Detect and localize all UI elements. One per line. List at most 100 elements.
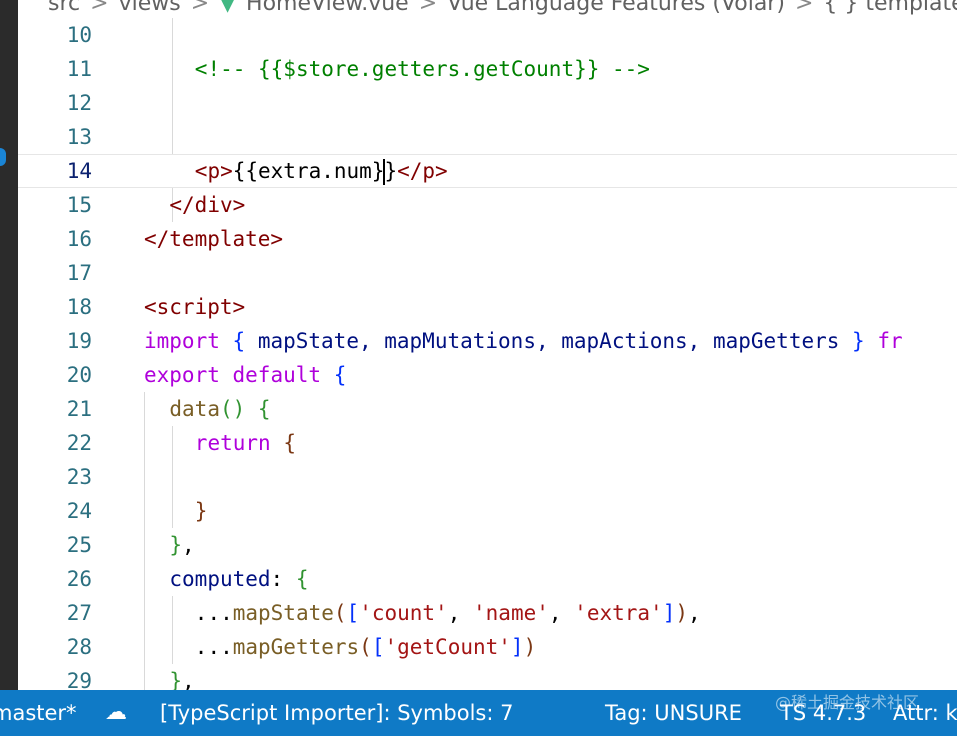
code-line[interactable]: 12 (18, 86, 957, 120)
code-token: , (447, 601, 474, 625)
line-code: export default { (144, 358, 346, 392)
line-code: </div> (169, 188, 245, 222)
code-token: ... (194, 601, 233, 625)
line-number: 18 (66, 295, 92, 319)
code-token: { (295, 567, 309, 591)
code-token: ( (359, 635, 372, 659)
cloud-sync-icon[interactable]: ☁ (105, 690, 127, 736)
code-token: 'getCount' (384, 635, 511, 659)
code-token: return (194, 431, 271, 455)
code-token: ) (675, 601, 688, 625)
code-line[interactable]: 21 data() { (18, 392, 957, 426)
code-token: </div> (169, 193, 246, 217)
code-token: { (232, 329, 246, 353)
line-code: data() { (169, 392, 270, 426)
code-line[interactable]: 26 computed: { (18, 562, 957, 596)
line-number: 14 (66, 159, 92, 183)
code-editor[interactable]: 10 11 <!-- {{$store.getters.getCount}} -->… (18, 18, 957, 690)
breadcrumb-item-file[interactable]: HomeView.vue (246, 0, 409, 16)
code-token: <p> (194, 159, 233, 183)
code-line[interactable]: 25}, (18, 528, 957, 562)
breadcrumb: src > views > ▼ HomeView.vue > Vue Langu… (18, 0, 957, 16)
code-token: 'name' (473, 601, 549, 625)
code-line[interactable]: 11 <!-- {{$store.getters.getCount}} --> (18, 52, 957, 86)
breadcrumb-item-template[interactable]: { } template (823, 0, 957, 16)
code-token: , (548, 601, 575, 625)
code-line[interactable]: 18 <script> (18, 290, 957, 324)
code-line[interactable]: 27 ...mapState(['count', 'name', 'extra']… (18, 596, 957, 630)
breadcrumb-separator: > (794, 0, 814, 16)
code-token: export (144, 363, 220, 387)
code-token: , (182, 533, 195, 557)
code-token: mapGetters (232, 635, 360, 659)
breadcrumb-item-language[interactable]: Vue Language Features (Volar) (447, 0, 785, 16)
line-code: ...mapGetters(['getCount']) (195, 630, 536, 664)
line-number: 22 (66, 431, 92, 455)
code-token: ] (510, 635, 524, 659)
code-token: } (194, 499, 208, 523)
code-line[interactable]: 17 (18, 256, 957, 290)
code-line[interactable]: 22 return { (18, 426, 957, 460)
code-token: default (232, 363, 322, 387)
line-number: 27 (66, 601, 92, 625)
code-token: [ (346, 601, 360, 625)
code-line[interactable]: 23 (18, 460, 957, 494)
watermark: @稀土掘金技术社区 (775, 693, 920, 712)
code-line[interactable]: 28 ...mapGetters(['getCount']) (18, 630, 957, 664)
line-number: 13 (66, 125, 92, 149)
line-number: 20 (66, 363, 92, 387)
code-token: () (219, 397, 246, 421)
breadcrumb-separator: > (418, 0, 438, 16)
code-line[interactable]: 24} (18, 494, 957, 528)
line-code: <p>{{extra.num}}</p> (195, 155, 448, 187)
line-code: <script> (144, 290, 245, 324)
code-line[interactable]: 10 (18, 18, 957, 52)
code-token: ] (662, 601, 676, 625)
code-line[interactable]: 15 </div> (18, 188, 957, 222)
line-number: 16 (66, 227, 92, 251)
code-token: , (182, 669, 195, 690)
code-token: [ (371, 635, 385, 659)
line-code: return { (195, 426, 296, 460)
code-token: fr (864, 329, 903, 353)
breadcrumb-item-src[interactable]: src (48, 0, 80, 16)
code-token: ... (194, 635, 233, 659)
line-code: } (195, 494, 208, 528)
code-token: <script> (144, 295, 246, 319)
code-line[interactable]: 16 </template> (18, 222, 957, 256)
code-token: </template> (144, 227, 284, 251)
code-token: } (169, 533, 183, 557)
code-token: computed (169, 567, 271, 591)
line-code: ...mapState(['count', 'name', 'extra']), (195, 596, 701, 630)
breadcrumb-item-views[interactable]: views (119, 0, 181, 16)
code-line[interactable]: 20 export default { (18, 358, 957, 392)
code-line[interactable]: 14 <p>{{extra.num}}</p> (18, 154, 957, 188)
typescript-importer-status[interactable]: [TypeScript Importer]: Symbols: 7 (160, 690, 513, 736)
vue-logo-icon: ▼ (219, 0, 237, 16)
left-activity-strip (0, 0, 18, 690)
code-line[interactable]: 29}, (18, 664, 957, 690)
code-token: mapState, mapMutations, mapActions, mapG… (245, 329, 853, 353)
code-token: data (169, 397, 220, 421)
code-token: 'extra' (574, 601, 663, 625)
breadcrumb-separator: > (190, 0, 210, 16)
line-code: <!-- {{$store.getters.getCount}} --> (195, 52, 650, 86)
code-line[interactable]: 13 (18, 120, 957, 154)
code-token: ( (333, 601, 347, 625)
line-number: 24 (66, 499, 92, 523)
code-token: , (688, 601, 701, 625)
code-line[interactable]: 19 import { mapState, mapMutations, mapAc… (18, 324, 957, 358)
git-branch[interactable]: master* (0, 690, 77, 736)
line-code: }, (169, 528, 194, 562)
line-number: 29 (66, 669, 92, 690)
line-number: 26 (66, 567, 92, 591)
line-number: 19 (66, 329, 92, 353)
tag-status[interactable]: Tag: UNSURE (605, 690, 742, 736)
code-token: { (257, 397, 271, 421)
line-number: 10 (66, 23, 92, 47)
code-token: { (283, 431, 296, 455)
